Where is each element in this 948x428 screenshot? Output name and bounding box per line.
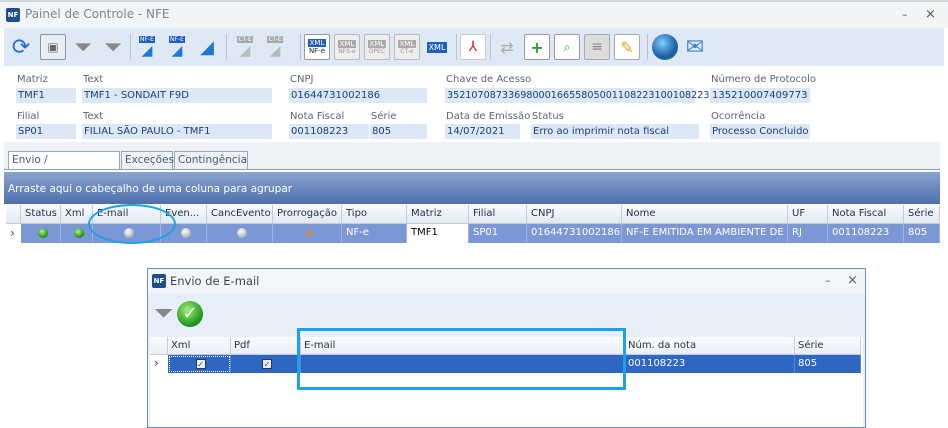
minimize-button[interactable]: –	[902, 8, 908, 21]
dialog-minimize-button[interactable]: –	[825, 274, 831, 287]
matriz-text-field[interactable]: TMF1 - SONDAIT F9D	[82, 88, 272, 103]
refresh-icon[interactable]: ⟳	[8, 34, 34, 60]
status-label: Status	[532, 111, 564, 122]
status-green-icon	[37, 228, 48, 238]
filial-label: Filial	[17, 111, 40, 122]
cell-serie: 805	[795, 355, 861, 373]
pdf-icon[interactable]: ⅄	[460, 34, 486, 60]
column-header-filial[interactable]: Filial	[469, 205, 527, 224]
column-header-tipo[interactable]: Tipo	[342, 205, 407, 224]
ocorrencia-field[interactable]: Processo Concluido	[710, 124, 810, 139]
lock-icon[interactable]: ▣	[40, 34, 66, 60]
protocolo-field[interactable]: 135210007409773	[710, 88, 810, 103]
column-header-serie[interactable]: Série	[904, 205, 940, 224]
cell-nome: NF-E EMITIDA EM AMBIENTE DE ...	[622, 224, 788, 243]
column-header-serie[interactable]: Série	[795, 337, 861, 355]
column-header-cnpj[interactable]: CNPJ	[527, 205, 622, 224]
column-header-nota-fiscal[interactable]: Nota Fiscal	[828, 205, 904, 224]
confirm-check-icon[interactable]: ✓	[177, 301, 203, 327]
app-icon: NF	[6, 8, 20, 22]
cell-serie: 805	[904, 224, 940, 243]
column-header-matriz[interactable]: Matriz	[407, 205, 469, 224]
add-doc-icon[interactable]: +	[524, 34, 550, 60]
row-indicator: ›	[6, 224, 21, 243]
matriz-label: Matriz	[17, 74, 48, 85]
ocorrencia-label: Ocorrência	[711, 111, 766, 122]
cnpj-field[interactable]: 01644731002186	[289, 88, 427, 103]
column-header-cancevento[interactable]: CancEvento	[207, 205, 273, 224]
toolbar: ⟳ ▣ ⏷ ⏷ NF-E ◢ NF-E ◢ ◢ CT-E ◢ CT-E ◢ XML NF-…	[4, 28, 944, 66]
nota-label: Nota Fiscal	[290, 111, 345, 122]
column-header-nome[interactable]: Nome	[622, 205, 788, 224]
sync-icon[interactable]: ⇄	[494, 34, 520, 60]
column-header-pdf[interactable]: Pdf	[231, 337, 301, 355]
cell-cnpj: 01644731002186	[527, 224, 622, 243]
nfe-print-icon[interactable]: NF-E ◢	[164, 34, 190, 60]
serie-label: Série	[371, 111, 397, 122]
cell-num-nota: 001108223	[625, 355, 795, 373]
xml-nfe-icon[interactable]: XML NF-e	[304, 34, 330, 60]
close-button[interactable]: ×	[925, 7, 936, 22]
column-header-status[interactable]: Status	[21, 205, 61, 224]
cell-tipo: NF-e	[342, 224, 407, 243]
dialog-close-button[interactable]: ×	[847, 273, 858, 288]
prorrogacao-house-icon: ⌂	[304, 225, 314, 240]
nfe-search-icon[interactable]: NF-E ◢	[134, 34, 160, 60]
filter-export-icon[interactable]: ⏷	[100, 34, 126, 60]
chave-label: Chave de Acesso	[446, 74, 532, 85]
cell-filial: SP01	[469, 224, 527, 243]
dialog-title-bar: NF Envio de E-mail – ×	[148, 269, 865, 293]
xml-green-icon	[73, 228, 84, 238]
add-list-icon[interactable]: ≡	[584, 34, 610, 60]
cte-print-icon[interactable]: CT-E ◢	[262, 34, 288, 60]
xml-search-icon[interactable]: XML	[424, 34, 450, 60]
tab-excecoes[interactable]: Exceções	[121, 151, 174, 169]
title-bar: NF Painel de Controle - NFE – ×	[0, 0, 948, 28]
tab-envio-recebimento[interactable]: Envio / Recebimento	[8, 151, 120, 183]
edit-doc-icon[interactable]: ✎	[614, 34, 640, 60]
cell-nota-fiscal: 001108223	[828, 224, 904, 243]
protocolo-label: Número de Protocolo	[711, 74, 816, 85]
filter-search-icon[interactable]: ⏷	[70, 34, 96, 60]
xml-nfse-icon[interactable]: XML NFS-e	[334, 34, 360, 60]
nota-field[interactable]: 001108223	[289, 124, 369, 139]
column-header-uf[interactable]: UF	[788, 205, 828, 224]
filial-text-label: Text	[83, 111, 104, 122]
annotation-rectangle	[297, 328, 626, 390]
window-title: Painel de Controle - NFE	[25, 7, 170, 21]
emissao-field[interactable]: 14/07/2021	[445, 124, 520, 139]
xml-checkbox[interactable]: ✓	[195, 359, 206, 369]
search-doc-icon[interactable]: ⌕	[554, 34, 580, 60]
column-header-xml[interactable]: Xml	[168, 337, 231, 355]
annotation-circle	[88, 204, 176, 244]
xml-dpec-icon[interactable]: XML DPEC	[364, 34, 390, 60]
evento-gray-icon	[180, 228, 191, 238]
column-header-prorrogacao[interactable]: Prorrogação	[273, 205, 342, 224]
pdf-checkbox[interactable]: ✓	[262, 359, 272, 369]
cnpj-label: CNPJ	[290, 74, 314, 85]
chave-field[interactable]: 3521070873369800016655805001108223100108…	[445, 88, 716, 103]
globe-icon[interactable]	[652, 34, 678, 60]
xml-cte-icon[interactable]: XML CT-e	[394, 34, 420, 60]
dialog-app-icon: NF	[152, 274, 166, 288]
cancevento-gray-icon	[236, 228, 247, 238]
email-icon[interactable]: ✉	[682, 34, 708, 60]
matriz-text-label: Text	[83, 74, 104, 85]
tab-contingencia[interactable]: Contingência	[174, 151, 248, 169]
filter-search-icon[interactable]: ⏷	[154, 299, 176, 329]
filial-field[interactable]: SP01	[16, 124, 76, 139]
matriz-field[interactable]: TMF1	[16, 88, 76, 103]
row-indicator: ›	[154, 356, 159, 370]
cell-uf: RJ	[788, 224, 828, 243]
print-icon[interactable]: ◢	[194, 34, 220, 60]
column-header-num-nota[interactable]: Núm. da nota	[625, 337, 795, 355]
dialog-title: Envio de E-mail	[170, 274, 260, 288]
serie-field[interactable]: 805	[370, 124, 427, 139]
status-field[interactable]: Erro ao imprimir nota fiscal	[531, 124, 699, 139]
emissao-label: Data de Emissão	[446, 111, 531, 122]
group-by-panel[interactable]: Arraste aqui o cabeçalho de uma coluna p…	[4, 172, 940, 204]
filial-text-field[interactable]: FILIAL SÃO PAULO - TMF1	[82, 124, 272, 139]
cell-matriz[interactable]: TMF1	[407, 224, 469, 243]
cte-search-icon[interactable]: CT-E ◢	[232, 34, 258, 60]
